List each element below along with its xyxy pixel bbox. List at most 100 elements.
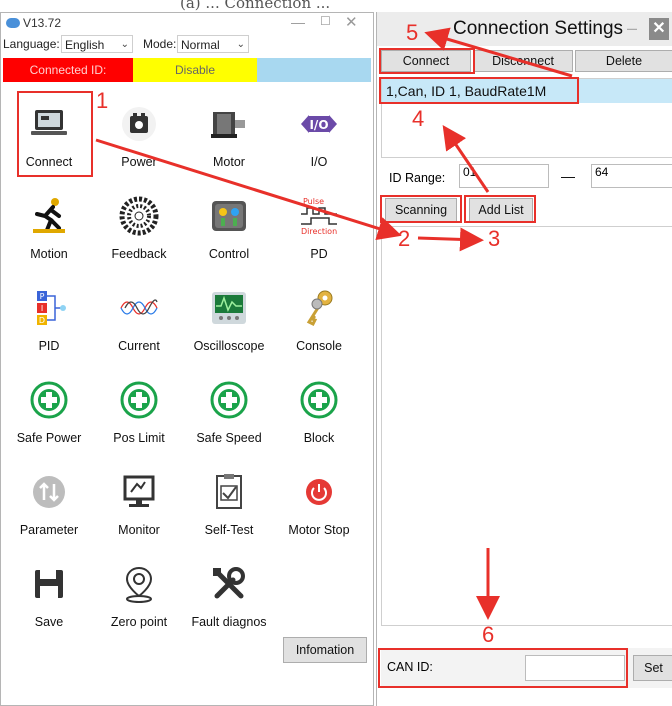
- tile-label: Self-Test: [204, 523, 254, 537]
- dialog-title: Connection Settings: [453, 18, 624, 39]
- tile-label: Pos Limit: [113, 431, 165, 445]
- delete-button[interactable]: Delete: [575, 50, 672, 72]
- annotation-4: 4: [412, 106, 425, 131]
- chevron-down-icon: ⌄: [236, 39, 245, 50]
- sine-waves-icon: [120, 299, 158, 315]
- tile-label: Fault diagnos: [191, 615, 267, 629]
- tile-fault-diagnosis[interactable]: Fault diagnos: [185, 559, 273, 647]
- safety-cross-icon: [300, 381, 338, 419]
- tile-monitor[interactable]: Monitor: [95, 467, 183, 555]
- tile-label: Console: [296, 339, 342, 353]
- tile-label: PD: [310, 247, 328, 261]
- direction-text: Direction: [301, 227, 337, 236]
- mode-select[interactable]: Normal ⌄: [177, 35, 249, 53]
- set-button[interactable]: Set: [633, 655, 672, 681]
- tile-io[interactable]: I/O I/O: [275, 99, 363, 187]
- safety-cross-icon: [120, 381, 158, 419]
- connection-title-bar: Connection Settings – ✕: [377, 12, 672, 46]
- location-pin-icon: [125, 566, 153, 603]
- pid-p: P: [40, 292, 45, 301]
- scan-results-panel: [381, 226, 672, 626]
- tile-label: Safe Power: [16, 431, 82, 445]
- mode-label: Mode:: [143, 37, 177, 51]
- io-text: I/O: [309, 118, 328, 132]
- close-button[interactable]: ✕: [345, 13, 358, 31]
- annotation-6: 6: [482, 622, 495, 647]
- close-button[interactable]: ✕: [649, 18, 669, 40]
- tile-motor[interactable]: Motor: [185, 99, 273, 187]
- tile-parameter[interactable]: Parameter: [5, 467, 93, 555]
- tile-block[interactable]: Block: [275, 375, 363, 463]
- tile-console[interactable]: Console: [275, 283, 363, 371]
- annotation-1: 1: [96, 88, 109, 113]
- main-title-bar: V13.72 — ☐ ✕: [1, 13, 373, 33]
- tile-oscilloscope[interactable]: Oscilloscope: [185, 283, 273, 371]
- highlight-device-item: [379, 77, 579, 104]
- tile-safe-speed[interactable]: Safe Speed: [185, 375, 273, 463]
- tile-control[interactable]: Control: [185, 191, 273, 279]
- tile-label: Oscilloscope: [193, 339, 265, 353]
- tile-label: Block: [303, 431, 335, 445]
- id-range-label: ID Range:: [389, 171, 446, 185]
- enable-status: Disable: [133, 58, 257, 82]
- control-knobs-icon: [212, 201, 246, 231]
- tile-pid[interactable]: PID PID: [5, 283, 93, 371]
- keys-icon: [306, 290, 333, 327]
- safety-cross-icon: [210, 381, 248, 419]
- annotation-2: 2: [398, 226, 411, 251]
- tile-label: PID: [38, 339, 60, 353]
- status-bar: Connected ID: Disable: [3, 58, 371, 82]
- safety-cross-icon: [30, 381, 68, 419]
- motor-icon: [211, 112, 245, 138]
- maximize-button[interactable]: ☐: [320, 14, 331, 28]
- tile-save[interactable]: Save: [5, 559, 93, 647]
- language-select[interactable]: English ⌄: [61, 35, 133, 53]
- pid-d: D: [39, 316, 45, 325]
- tile-label: Feedback: [111, 247, 167, 261]
- tile-label: Parameter: [19, 523, 79, 537]
- tile-label: Current: [118, 339, 160, 353]
- tile-label: Motion: [30, 247, 68, 261]
- id-range-to-input[interactable]: 64: [591, 164, 672, 188]
- io-icon: I/O: [301, 115, 337, 133]
- encoder-icon: [119, 196, 159, 236]
- pulse-text: Pulse: [303, 197, 324, 206]
- tile-label: Zero point: [110, 615, 168, 629]
- language-value: English: [65, 38, 105, 52]
- tile-label: Control: [208, 247, 250, 261]
- battery-icon: [122, 107, 156, 141]
- tile-zero-point[interactable]: Zero point: [95, 559, 183, 647]
- minimize-button[interactable]: —: [291, 14, 305, 30]
- tile-pos-limit[interactable]: Pos Limit: [95, 375, 183, 463]
- highlight-add-list-button: [464, 195, 536, 223]
- tile-safe-power[interactable]: Safe Power: [5, 375, 93, 463]
- tile-motor-stop[interactable]: Motor Stop: [275, 467, 363, 555]
- tile-label: Save: [34, 615, 64, 629]
- language-label: Language:: [3, 37, 60, 51]
- oscilloscope-icon: [212, 292, 246, 324]
- disconnect-button[interactable]: Disconnect: [473, 50, 573, 72]
- tile-feedback[interactable]: Feedback: [95, 191, 183, 279]
- minimize-button[interactable]: –: [627, 18, 637, 39]
- pid-icon: PID: [37, 291, 66, 325]
- tile-motion[interactable]: Motion: [5, 191, 93, 279]
- pid-i: I: [41, 304, 43, 313]
- tile-self-test[interactable]: Self-Test: [185, 467, 273, 555]
- id-range-dash: —: [561, 168, 575, 184]
- app-logo-icon: [6, 18, 20, 28]
- floppy-disk-icon: [35, 570, 63, 598]
- tile-label: Motor: [213, 155, 245, 169]
- figure-caption: (a) ... Connection ...: [180, 0, 331, 12]
- connected-id-status: Connected ID:: [3, 58, 133, 82]
- options-row: Language: English ⌄ Mode: Normal ⌄: [1, 34, 373, 56]
- tools-icon: [213, 567, 245, 599]
- id-range-from-input[interactable]: 01: [459, 164, 549, 188]
- pulse-direction-icon: Pulse Direction: [301, 197, 337, 236]
- tile-pd[interactable]: Pulse Direction PD: [275, 191, 363, 279]
- tile-label: Monitor: [118, 523, 160, 537]
- tile-current[interactable]: Current: [95, 283, 183, 371]
- tile-label: Safe Speed: [196, 431, 262, 445]
- tile-label: Motor Stop: [288, 523, 350, 537]
- information-button[interactable]: Infomation: [283, 637, 367, 663]
- highlight-connect-button: [379, 48, 475, 74]
